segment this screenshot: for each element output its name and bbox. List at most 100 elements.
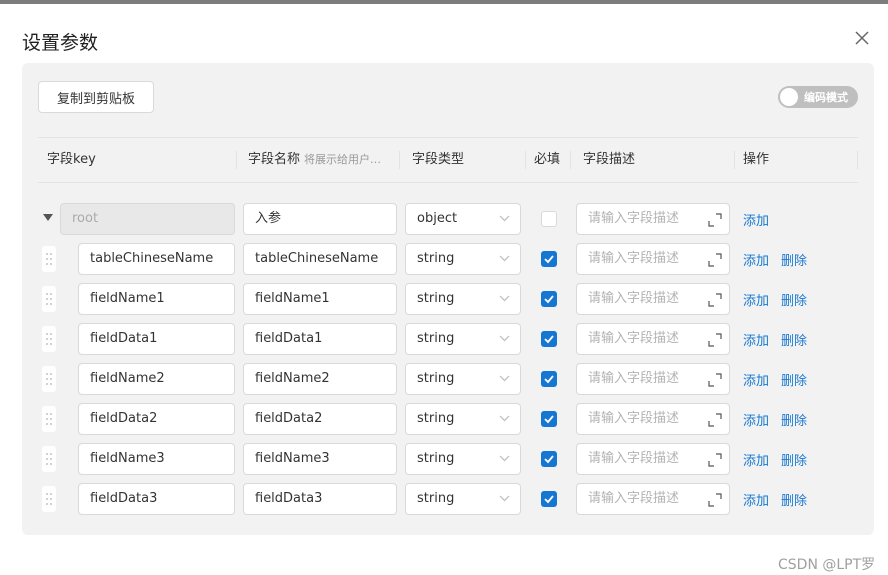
type-value: string: [417, 251, 455, 266]
close-icon[interactable]: [852, 28, 872, 48]
field-key-input[interactable]: tableChineseName: [78, 243, 235, 275]
check-icon: [544, 495, 554, 504]
add-link[interactable]: 添加: [743, 490, 769, 509]
delete-link[interactable]: 删除: [781, 490, 807, 509]
collapse-caret-icon[interactable]: [43, 214, 53, 221]
col-type-header: 字段类型: [412, 152, 465, 167]
field-desc-input[interactable]: 请输入字段描述: [576, 443, 730, 475]
field-type-select[interactable]: string: [405, 483, 521, 515]
drag-handle-icon[interactable]: [42, 246, 56, 272]
delete-link[interactable]: 删除: [781, 410, 807, 429]
desc-placeholder: 请输入字段描述: [588, 411, 680, 426]
col-ops-header: 操作: [743, 152, 770, 167]
type-value: string: [417, 451, 455, 466]
params-panel: 复制到剪贴板 编码模式 字段key 字段名称 将展示给用户… 字段类型 必填 字段…: [22, 63, 874, 535]
desc-placeholder: 请输入字段描述: [588, 291, 680, 306]
col-divider: [399, 151, 400, 169]
field-name-input[interactable]: fieldName3: [243, 443, 397, 475]
col-divider: [734, 151, 735, 169]
delete-link[interactable]: 删除: [781, 250, 807, 269]
type-value: string: [417, 411, 455, 426]
root-name-input[interactable]: 入参: [243, 203, 397, 235]
required-checkbox[interactable]: [541, 371, 557, 387]
add-link[interactable]: 添加: [743, 410, 769, 429]
field-key-input[interactable]: fieldName2: [78, 363, 235, 395]
add-link[interactable]: 添加: [743, 450, 769, 469]
expand-icon: [708, 293, 722, 307]
add-link[interactable]: 添加: [743, 250, 769, 269]
add-link[interactable]: 添加: [743, 210, 769, 229]
required-checkbox[interactable]: [541, 331, 557, 347]
drag-handle-icon[interactable]: [42, 366, 56, 392]
required-checkbox[interactable]: [541, 211, 557, 227]
drag-handle-icon[interactable]: [42, 486, 56, 512]
drag-handle-icon[interactable]: [42, 326, 56, 352]
table-row: fieldData2 fieldData2 string 请输入字段描述 添加 …: [22, 403, 874, 435]
delete-link[interactable]: 删除: [781, 450, 807, 469]
check-icon: [544, 415, 554, 424]
field-desc-input[interactable]: 请输入字段描述: [576, 243, 730, 275]
field-type-select[interactable]: string: [405, 443, 521, 475]
drag-handle-icon[interactable]: [42, 406, 56, 432]
field-key-input[interactable]: fieldName3: [78, 443, 235, 475]
code-mode-toggle[interactable]: 编码模式: [778, 86, 858, 108]
table-header: 字段key 字段名称 将展示给用户… 字段类型 必填 字段描述 操作: [38, 137, 858, 183]
field-type-select[interactable]: string: [405, 243, 521, 275]
field-key-input[interactable]: fieldData1: [78, 323, 235, 355]
desc-placeholder: 请输入字段描述: [588, 371, 680, 386]
field-name-input[interactable]: fieldName1: [243, 283, 397, 315]
field-desc-input[interactable]: 请输入字段描述: [576, 403, 730, 435]
field-desc-input[interactable]: 请输入字段描述: [576, 323, 730, 355]
field-key-input[interactable]: fieldName1: [78, 283, 235, 315]
toggle-label: 编码模式: [804, 91, 848, 104]
field-desc-input[interactable]: 请输入字段描述: [576, 283, 730, 315]
field-type-select[interactable]: string: [405, 323, 521, 355]
field-type-select[interactable]: string: [405, 403, 521, 435]
desc-placeholder: 请输入字段描述: [588, 451, 680, 466]
chevron-down-icon: [499, 415, 510, 422]
required-checkbox[interactable]: [541, 251, 557, 267]
drag-handle-icon[interactable]: [42, 286, 56, 312]
col-desc-header: 字段描述: [583, 152, 636, 167]
type-value: string: [417, 371, 455, 386]
field-type-select[interactable]: string: [405, 363, 521, 395]
field-desc-input[interactable]: 请输入字段描述: [576, 363, 730, 395]
field-desc-input[interactable]: 请输入字段描述: [576, 483, 730, 515]
drag-handle-icon[interactable]: [42, 446, 56, 472]
copy-to-clipboard-button[interactable]: 复制到剪贴板: [38, 81, 154, 113]
table-row: tableChineseName tableChineseName string…: [22, 243, 874, 275]
check-icon: [544, 335, 554, 344]
col-key-header: 字段key: [47, 152, 96, 167]
chevron-down-icon: [499, 335, 510, 342]
add-link[interactable]: 添加: [743, 290, 769, 309]
chevron-down-icon: [499, 375, 510, 382]
delete-link[interactable]: 删除: [781, 330, 807, 349]
required-checkbox[interactable]: [541, 491, 557, 507]
table-row: fieldData1 fieldData1 string 请输入字段描述 添加 …: [22, 323, 874, 355]
table-row: fieldName1 fieldName1 string 请输入字段描述 添加 …: [22, 283, 874, 315]
field-key-input[interactable]: fieldData2: [78, 403, 235, 435]
settings-dialog: 设置参数 复制到剪贴板 编码模式 字段key 字段名称 将展示给用户… 字段类型 …: [0, 4, 888, 575]
required-checkbox[interactable]: [541, 291, 557, 307]
check-icon: [544, 295, 554, 304]
add-link[interactable]: 添加: [743, 370, 769, 389]
root-desc-input[interactable]: 请输入字段描述: [576, 203, 730, 235]
expand-icon: [708, 333, 722, 347]
required-checkbox[interactable]: [541, 411, 557, 427]
delete-link[interactable]: 删除: [781, 290, 807, 309]
field-name-input[interactable]: fieldData1: [243, 323, 397, 355]
add-link[interactable]: 添加: [743, 330, 769, 349]
expand-icon: [708, 413, 722, 427]
chevron-down-icon: [499, 255, 510, 262]
delete-link[interactable]: 删除: [781, 370, 807, 389]
field-name-input[interactable]: fieldData2: [243, 403, 397, 435]
required-checkbox[interactable]: [541, 451, 557, 467]
root-type-select[interactable]: object: [405, 203, 521, 235]
field-key-input[interactable]: fieldData3: [78, 483, 235, 515]
field-name-input[interactable]: tableChineseName: [243, 243, 397, 275]
field-type-select[interactable]: string: [405, 283, 521, 315]
expand-icon: [708, 253, 722, 267]
field-name-input[interactable]: fieldData3: [243, 483, 397, 515]
type-value: string: [417, 331, 455, 346]
field-name-input[interactable]: fieldName2: [243, 363, 397, 395]
